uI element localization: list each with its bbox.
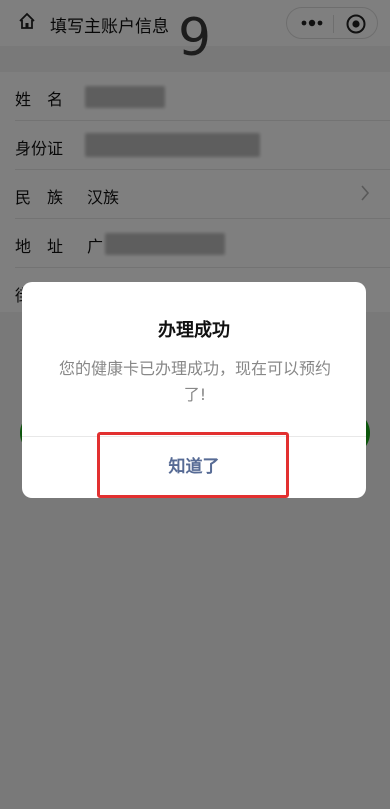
highlight-box: [97, 432, 289, 498]
dialog-title: 办理成功: [158, 320, 230, 341]
dialog-message: 您的健康卡已办理成功，现在可以预约了!: [58, 359, 331, 404]
